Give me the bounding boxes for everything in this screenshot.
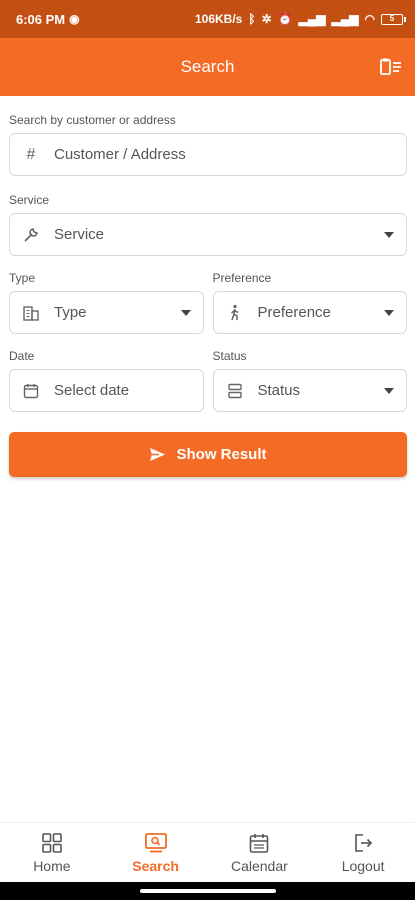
status-bar: 6:06 PM ◉ 106KB/s ᛒ ✲ ⏰ ▂▄▆ ▂▄▆ ◠ 5 [0, 0, 415, 38]
service-group: Service Service [9, 193, 407, 256]
gesture-bar [0, 882, 415, 900]
status-label: Status [212, 349, 247, 363]
show-result-label: Show Result [176, 446, 267, 463]
app-bar: Search [0, 38, 415, 96]
type-preference-row: Type Type Preference Preference [9, 271, 407, 334]
dropdown-caret-icon [384, 309, 394, 316]
nav-search-label: Search [132, 857, 179, 874]
dropdown-caret-icon [384, 387, 394, 394]
service-label: Service [9, 193, 50, 207]
date-label: Date [9, 349, 35, 363]
dropdown-caret-icon [180, 309, 191, 316]
nav-calendar[interactable]: Calendar [208, 823, 312, 882]
hash-icon: # [26, 145, 36, 163]
nav-calendar-label: Calendar [230, 857, 288, 874]
type-group: Type Type [9, 271, 204, 334]
send-icon [150, 448, 166, 461]
date-status-row: Date Select date Status Status [9, 349, 407, 412]
wifi-icon: ◠ [364, 12, 375, 26]
status-icons: 106KB/s ᛒ ✲ ⏰ ▂▄▆ ▂▄▆ ◠ 5 [194, 12, 406, 26]
preference-placeholder: Preference [257, 304, 331, 321]
type-label: Type [9, 271, 36, 285]
walking-person-icon [226, 304, 244, 322]
notification-icon: ◉ [69, 12, 80, 26]
calendar-icon [250, 833, 269, 853]
service-placeholder: Service [54, 226, 105, 243]
clock-text: 6:06 PM [16, 11, 66, 27]
bluetooth-icon: ᛒ [248, 12, 256, 26]
date-group: Date Select date [9, 349, 204, 412]
logout-icon [355, 833, 373, 852]
date-picker-input[interactable]: Select date [9, 369, 204, 412]
page-title: Search [180, 57, 235, 76]
show-result-button[interactable]: Show Result [9, 432, 407, 477]
bottom-navigation: Home Search Calendar Logout [0, 822, 415, 882]
alarm-icon: ⏰ [277, 12, 293, 26]
type-placeholder: Type [54, 304, 87, 321]
signal-icon-2: ▂▄▆ [331, 12, 359, 26]
home-indicator[interactable] [140, 889, 276, 893]
status-time: 6:06 PM ◉ [16, 12, 80, 27]
search-label: Search by customer or address [9, 113, 176, 127]
date-placeholder: Select date [54, 382, 130, 399]
battery-level: 5 [389, 13, 395, 23]
nav-search[interactable]: Search [104, 823, 208, 882]
customer-address-placeholder: Customer / Address [54, 146, 186, 163]
type-dropdown[interactable]: Type [9, 291, 204, 334]
status-group: Status Status [212, 349, 407, 412]
status-dropdown[interactable]: Status [212, 369, 407, 412]
search-group: Search by customer or address # Customer… [9, 113, 407, 176]
signal-icon: ▂▄▆ [298, 12, 326, 26]
preference-dropdown[interactable]: Preference [212, 291, 407, 334]
preference-group: Preference Preference [212, 271, 407, 334]
filter-list-icon[interactable] [379, 57, 403, 77]
dropdown-caret-icon [384, 231, 394, 238]
customer-address-input[interactable]: # Customer / Address [9, 133, 407, 176]
search-monitor-icon [144, 832, 167, 852]
status-placeholder: Status [257, 382, 301, 399]
grid-icon [42, 832, 62, 853]
nav-home[interactable]: Home [0, 823, 104, 882]
building-icon [22, 304, 40, 322]
nav-logout[interactable]: Logout [311, 823, 415, 882]
nav-home-label: Home [33, 857, 71, 874]
nav-logout-label: Logout [341, 857, 385, 874]
preference-label: Preference [212, 271, 272, 285]
calendar-icon [22, 382, 40, 400]
network-speed: 106KB/s [194, 12, 243, 26]
wrench-icon [22, 226, 40, 244]
service-dropdown[interactable]: Service [9, 213, 407, 256]
vibrate-icon: ✲ [261, 12, 272, 26]
battery-icon: 5 [381, 13, 406, 25]
status-icon [226, 382, 244, 400]
